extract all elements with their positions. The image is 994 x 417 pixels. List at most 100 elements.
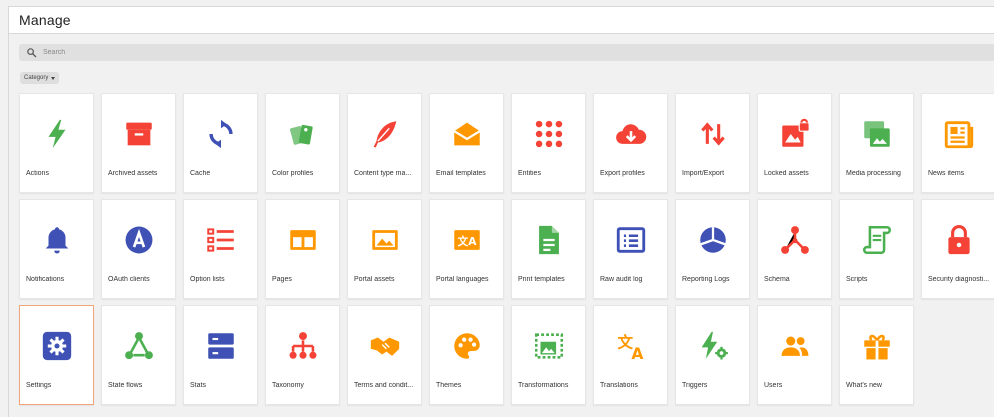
feather-icon — [367, 116, 403, 152]
tile-cloud-download[interactable]: Export profiles — [593, 93, 668, 193]
tile-label: Export profiles — [600, 170, 645, 177]
tile-users[interactable]: Users — [757, 305, 832, 405]
translate-icon: 文A — [613, 328, 649, 364]
tile-label: Locked assets — [764, 170, 809, 177]
lightning-icon — [39, 116, 75, 152]
tile-dot-grid[interactable]: Entities — [511, 93, 586, 193]
tile-label: Taxonomy — [272, 382, 304, 389]
tile-label: Scripts — [846, 276, 868, 283]
tile-label: Option lists — [190, 276, 225, 283]
tile-label: Portal assets — [354, 276, 395, 283]
refresh-icon — [203, 116, 239, 152]
tile-translate-card[interactable]: 文A Portal languages — [429, 199, 504, 299]
tile-lightning[interactable]: Actions — [19, 93, 94, 193]
tile-color-swatches[interactable]: Color profiles — [265, 93, 340, 193]
tile-grid: Actions Archived assets Cache Color profile… — [19, 93, 994, 405]
tile-label: Transformations — [518, 382, 569, 389]
tile-label: Settings — [26, 382, 52, 389]
tile-gear[interactable]: Settings — [19, 305, 94, 405]
tile-gift[interactable]: What's new — [839, 305, 914, 405]
tile-label: Color profiles — [272, 170, 314, 177]
locked-image-icon — [777, 116, 813, 152]
handshake-icon — [367, 328, 403, 364]
caret-down-icon — [51, 76, 56, 80]
tile-palette[interactable]: Themes — [429, 305, 504, 405]
manage-panel: Manage Category Actions Archived assets Ca… — [8, 6, 994, 417]
page-layout-icon — [285, 222, 321, 258]
category-filter-button[interactable]: Category — [20, 72, 60, 84]
tile-image-stack[interactable]: Media processing — [839, 93, 914, 193]
tile-label: Print templates — [518, 276, 565, 283]
tile-page-layout[interactable]: Pages — [265, 199, 340, 299]
translate-card-icon: 文A — [449, 222, 485, 258]
tile-transform-image[interactable]: Transformations — [511, 305, 586, 405]
tile-list-box[interactable]: Raw audit log — [593, 199, 668, 299]
tile-label: Archived assets — [108, 170, 158, 177]
tile-refresh[interactable]: Cache — [183, 93, 258, 193]
tile-server-stack[interactable]: Stats — [183, 305, 258, 405]
tile-pie-chart[interactable]: Reporting Logs — [675, 199, 750, 299]
tile-image-frame[interactable]: Portal assets — [347, 199, 422, 299]
newspaper-icon — [941, 116, 977, 152]
archive-box-icon — [121, 116, 157, 152]
tile-feather[interactable]: Content type ma... — [347, 93, 422, 193]
tile-label: Terms and condit... — [354, 382, 414, 389]
oauth-badge-icon — [121, 222, 157, 258]
tile-label: Themes — [436, 382, 462, 389]
tile-label: News items — [928, 170, 965, 177]
cloud-download-icon — [613, 116, 649, 152]
lightning-gear-icon — [695, 328, 731, 364]
tile-label: Reporting Logs — [682, 276, 730, 283]
gear-icon — [39, 328, 75, 364]
tile-padlock[interactable]: Security diagnosti... — [921, 199, 994, 299]
tile-label: Users — [764, 382, 783, 389]
transform-image-icon — [531, 328, 567, 364]
dot-grid-icon — [531, 116, 567, 152]
tile-hub[interactable]: Schema — [757, 199, 832, 299]
document-icon — [531, 222, 567, 258]
tile-scroll[interactable]: Scripts — [839, 199, 914, 299]
tile-label: Stats — [190, 382, 206, 389]
tile-label: Pages — [272, 276, 292, 283]
svg-text:A: A — [631, 345, 643, 363]
list-box-icon — [613, 222, 649, 258]
tile-handshake[interactable]: Terms and condit... — [347, 305, 422, 405]
hub-icon — [777, 222, 813, 258]
list-icon — [203, 222, 239, 258]
tile-label: Portal languages — [436, 276, 489, 283]
tile-document[interactable]: Print templates — [511, 199, 586, 299]
tile-label: Entities — [518, 170, 541, 177]
scroll-icon — [859, 222, 895, 258]
tile-translate[interactable]: 文 A Translations — [593, 305, 668, 405]
page-header: Manage — [9, 7, 994, 34]
image-frame-icon — [367, 222, 403, 258]
users-icon — [777, 328, 813, 364]
svg-text:文A: 文A — [456, 235, 477, 248]
tile-oauth-badge[interactable]: OAuth clients — [101, 199, 176, 299]
search-input[interactable] — [41, 44, 943, 61]
tile-label: Raw audit log — [600, 276, 643, 283]
tile-up-down-arrows[interactable]: Import/Export — [675, 93, 750, 193]
tile-lightning-gear[interactable]: Triggers — [675, 305, 750, 405]
tile-envelope-open[interactable]: Email templates — [429, 93, 504, 193]
tile-archive-box[interactable]: Archived assets — [101, 93, 176, 193]
bell-icon — [39, 222, 75, 258]
image-stack-icon — [859, 116, 895, 152]
search-bar[interactable] — [19, 44, 994, 61]
tile-label: Email templates — [436, 170, 486, 177]
state-flow-icon — [121, 328, 157, 364]
tile-label: Cache — [190, 170, 211, 177]
tile-list[interactable]: Option lists — [183, 199, 258, 299]
tile-label: Import/Export — [682, 170, 725, 177]
tile-label: Translations — [600, 382, 638, 389]
tile-bell[interactable]: Notifications — [19, 199, 94, 299]
tile-state-flow[interactable]: State flows — [101, 305, 176, 405]
tile-newspaper[interactable]: News items — [921, 93, 994, 193]
tile-label: State flows — [108, 382, 143, 389]
padlock-icon — [941, 222, 977, 258]
tile-hierarchy[interactable]: Taxonomy — [265, 305, 340, 405]
tile-label: Media processing — [846, 170, 901, 177]
tile-locked-image[interactable]: Locked assets — [757, 93, 832, 193]
tile-label: Triggers — [682, 382, 708, 389]
search-icon — [27, 48, 37, 58]
